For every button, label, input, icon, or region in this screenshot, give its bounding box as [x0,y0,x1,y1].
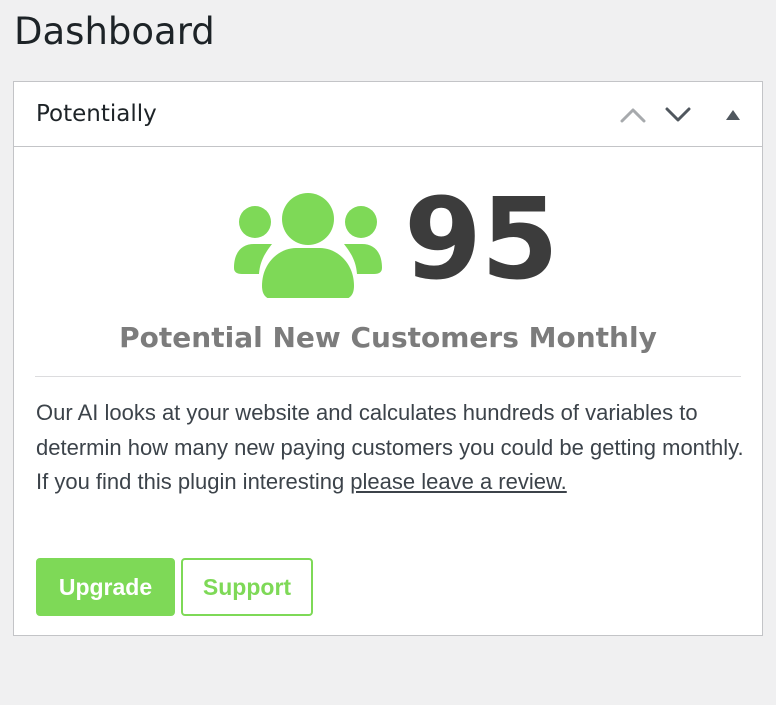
leave-review-link[interactable]: please leave a review. [350,469,566,494]
upgrade-button[interactable]: Upgrade [36,558,175,616]
stat-row: 95 [14,176,762,304]
widget-title: Potentially [36,101,157,127]
support-button[interactable]: Support [181,558,313,616]
chevron-up-icon [620,108,646,123]
potentially-widget: Potentially 95 Potential New Customers M… [13,81,763,636]
toggle-panel-button[interactable] [717,99,749,131]
widget-header: Potentially [14,82,762,147]
page-title: Dashboard [14,10,215,53]
stat-label: Potential New Customers Monthly [119,321,657,354]
customer-count: 95 [404,175,559,305]
chevron-down-icon [665,107,691,122]
move-up-button[interactable] [617,99,649,131]
move-down-button[interactable] [662,99,694,131]
divider [35,376,741,377]
triangle-up-icon [726,110,740,120]
users-icon [234,193,382,298]
description-text: Our AI looks at your website and calcula… [36,396,748,500]
